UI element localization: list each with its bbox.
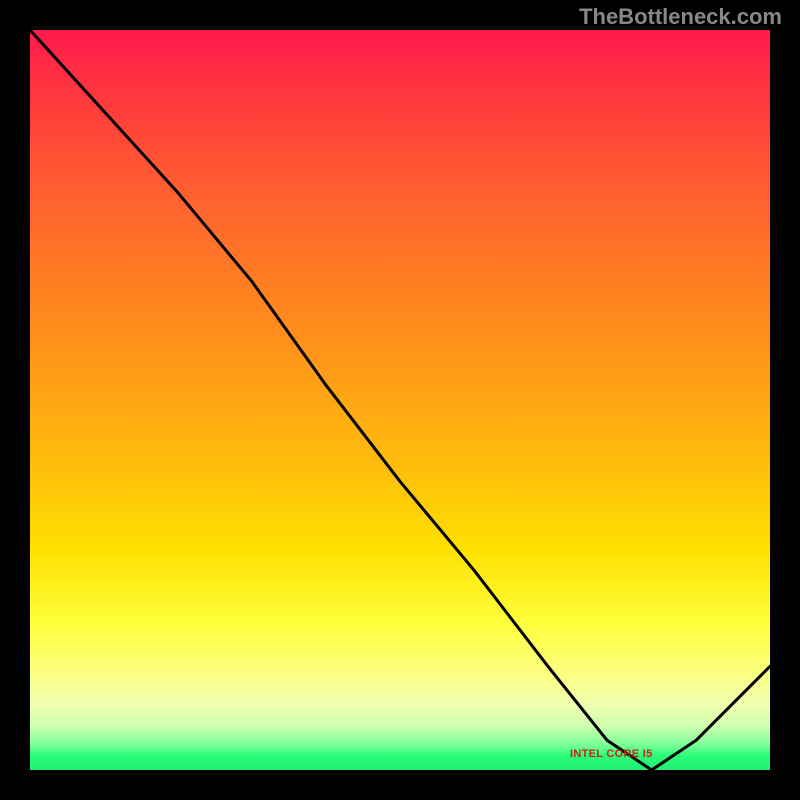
chart-series-curve bbox=[30, 30, 770, 770]
watermark-text: TheBottleneck.com bbox=[579, 4, 782, 30]
bottom-marker-label: INTEL CORE I5 bbox=[570, 748, 653, 760]
chart-plot-area: INTEL CORE I5 bbox=[30, 30, 770, 770]
chart-line-svg bbox=[30, 30, 770, 770]
